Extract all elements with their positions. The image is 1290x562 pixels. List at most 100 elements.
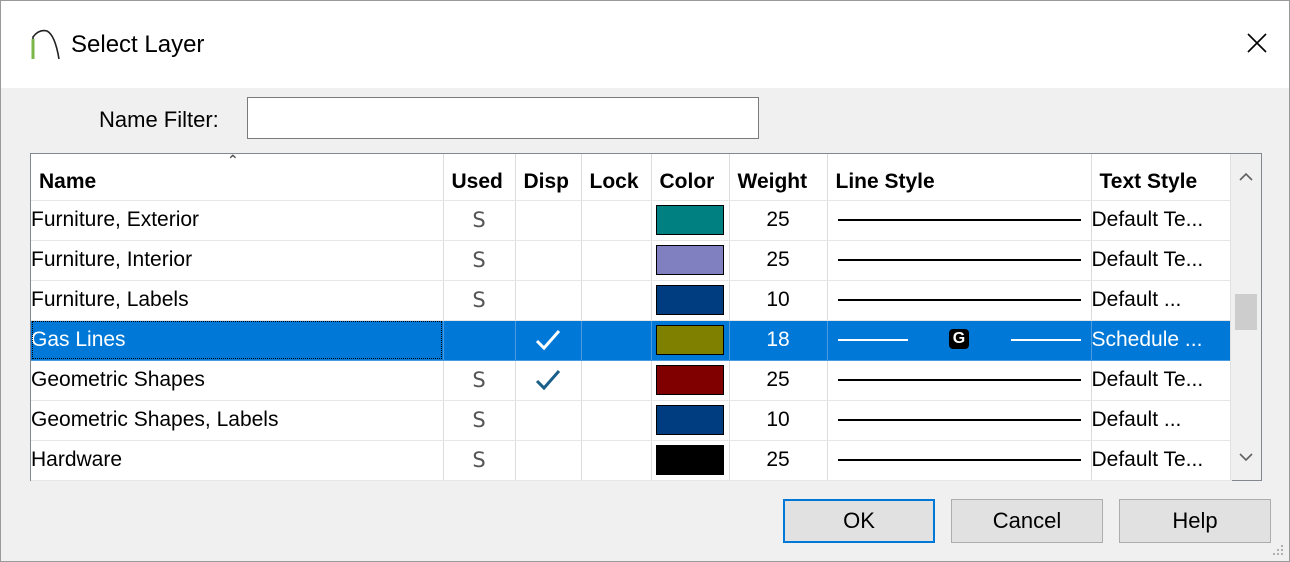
used-indicator: S — [443, 400, 516, 441]
color-swatch — [656, 325, 724, 355]
display-toggle[interactable] — [515, 320, 582, 361]
line-segment — [837, 379, 1081, 381]
scroll-down-button[interactable] — [1231, 442, 1261, 472]
text-style[interactable]: Default Te... — [1091, 440, 1232, 481]
table-row[interactable]: Furniture, Interior S 25 Default Te... — [31, 240, 1232, 281]
display-toggle[interactable] — [515, 280, 582, 321]
column-header-used[interactable]: Used — [443, 154, 516, 201]
display-toggle[interactable] — [515, 200, 582, 241]
used-indicator: S — [443, 240, 516, 281]
checkmark-icon — [535, 370, 561, 391]
line-style-cell[interactable]: G — [827, 320, 1092, 361]
scrollbar-thumb[interactable] — [1235, 294, 1257, 330]
used-indicator: S — [443, 360, 516, 401]
ok-button[interactable]: OK — [783, 499, 935, 543]
line-weight: 10 — [729, 400, 828, 441]
title-bar: Select Layer — [1, 1, 1289, 88]
line-weight: 10 — [729, 280, 828, 321]
line-style-cell[interactable] — [827, 240, 1092, 281]
cancel-button[interactable]: Cancel — [951, 499, 1103, 543]
color-cell[interactable] — [651, 360, 730, 401]
table-row[interactable]: Furniture, Labels S 10 Default ... — [31, 280, 1232, 321]
used-indicator: S — [443, 200, 516, 241]
line-weight: 25 — [729, 240, 828, 281]
lock-toggle[interactable] — [581, 200, 652, 241]
layer-name: Furniture, Exterior — [31, 200, 444, 241]
line-segment — [837, 459, 1081, 461]
line-style-cell[interactable] — [827, 440, 1092, 481]
column-header-name-label: Name — [39, 169, 97, 193]
lock-toggle[interactable] — [581, 320, 652, 361]
line-style-preview — [828, 281, 1091, 319]
column-header-disp[interactable]: Disp — [515, 154, 582, 201]
layers-table: ⌃ Name Used Disp Lock Color Weight Line S… — [30, 153, 1262, 481]
text-style[interactable]: Default ... — [1091, 400, 1232, 441]
color-cell[interactable] — [651, 440, 730, 481]
line-weight: 18 — [729, 320, 828, 361]
display-toggle[interactable] — [515, 400, 582, 441]
line-style-preview — [828, 361, 1091, 399]
table-row[interactable]: Hardware S 25 Default Te... — [31, 440, 1232, 481]
line-style-cell[interactable] — [827, 200, 1092, 241]
color-cell[interactable] — [651, 200, 730, 241]
table-row[interactable]: Gas Lines 18 G Schedule ... — [31, 320, 1232, 361]
help-button[interactable]: Help — [1119, 499, 1271, 543]
color-cell[interactable] — [651, 400, 730, 441]
column-header-name[interactable]: ⌃ Name — [31, 154, 444, 201]
sort-ascending-icon: ⌃ — [227, 154, 239, 168]
name-filter-label: Name Filter: — [99, 107, 219, 132]
text-style[interactable]: Schedule ... — [1091, 320, 1232, 361]
lock-toggle[interactable] — [581, 240, 652, 281]
chevron-up-icon — [1239, 172, 1253, 181]
name-filter-input[interactable] — [247, 97, 759, 139]
checkmark-icon — [535, 330, 561, 351]
close-button[interactable] — [1237, 23, 1277, 63]
text-style[interactable]: Default ... — [1091, 280, 1232, 321]
display-toggle[interactable] — [515, 240, 582, 281]
table-row[interactable]: Geometric Shapes, Labels S 10 Default ... — [31, 400, 1232, 441]
table-row[interactable]: Geometric Shapes S 25 Default Te... — [31, 360, 1232, 401]
lock-toggle[interactable] — [581, 360, 652, 401]
display-toggle[interactable] — [515, 360, 582, 401]
line-style-cell[interactable] — [827, 400, 1092, 441]
text-style[interactable]: Default Te... — [1091, 360, 1232, 401]
gas-line-symbol: G — [949, 329, 969, 349]
line-segment — [837, 219, 1081, 221]
column-header-line-style[interactable]: Line Style — [827, 154, 1092, 201]
vertical-scrollbar[interactable] — [1230, 154, 1261, 480]
color-cell[interactable] — [651, 320, 730, 361]
lock-toggle[interactable] — [581, 400, 652, 441]
column-header-weight[interactable]: Weight — [729, 154, 828, 201]
display-toggle[interactable] — [515, 440, 582, 481]
text-style[interactable]: Default Te... — [1091, 200, 1232, 241]
line-style-preview — [828, 441, 1091, 479]
line-segment — [837, 259, 1081, 261]
color-swatch — [656, 245, 724, 275]
column-header-text-style[interactable]: Text Style — [1091, 154, 1232, 201]
layer-name: Furniture, Interior — [31, 240, 444, 281]
used-indicator: S — [443, 440, 516, 481]
layer-name: Geometric Shapes, Labels — [31, 400, 444, 441]
close-icon — [1247, 33, 1267, 53]
line-style-cell[interactable] — [827, 280, 1092, 321]
column-header-lock[interactable]: Lock — [581, 154, 652, 201]
color-cell[interactable] — [651, 280, 730, 321]
color-swatch — [656, 405, 724, 435]
resize-grip-icon[interactable] — [1267, 539, 1285, 557]
layer-name: Furniture, Labels — [31, 280, 444, 321]
color-swatch — [656, 445, 724, 475]
line-style-preview — [828, 201, 1091, 239]
line-weight: 25 — [729, 440, 828, 481]
line-segment — [837, 299, 1081, 301]
color-swatch — [656, 205, 724, 235]
text-style[interactable]: Default Te... — [1091, 240, 1232, 281]
line-style-cell[interactable] — [827, 360, 1092, 401]
used-indicator — [443, 320, 516, 361]
column-header-color[interactable]: Color — [651, 154, 730, 201]
color-cell[interactable] — [651, 240, 730, 281]
line-style-preview: G — [828, 321, 1091, 359]
table-row[interactable]: Furniture, Exterior S 25 Default Te... — [31, 200, 1232, 241]
lock-toggle[interactable] — [581, 280, 652, 321]
scroll-up-button[interactable] — [1231, 162, 1261, 192]
lock-toggle[interactable] — [581, 440, 652, 481]
